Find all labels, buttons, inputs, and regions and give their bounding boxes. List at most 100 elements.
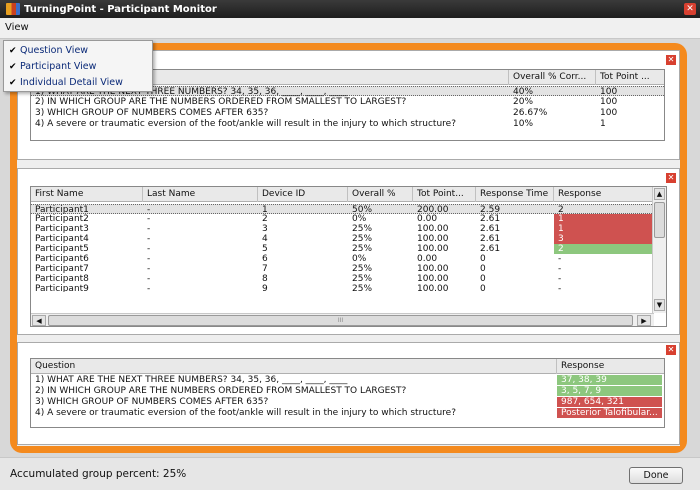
table-row[interactable]: Participant8 - 8 25% 100.00 0 - <box>31 274 654 284</box>
device-id: 4 <box>262 234 268 244</box>
response-column-header[interactable]: Response <box>557 359 664 374</box>
total-points-value: 100 <box>600 97 618 107</box>
last-name: - <box>147 274 151 284</box>
total-points-column-header[interactable]: Tot Point... <box>413 187 476 202</box>
table-row[interactable]: 3) WHICH GROUP OF NUMBERS COMES AFTER 63… <box>31 108 664 118</box>
overall-percent: 25% <box>352 244 373 254</box>
question-text: 2) IN WHICH GROUP ARE THE NUMBERS ORDERE… <box>35 386 407 396</box>
question-column-header[interactable]: Question <box>31 359 557 374</box>
first-name: Participant6 <box>35 254 89 264</box>
first-name: Participant8 <box>35 274 89 284</box>
table-row[interactable]: Participant9 - 9 25% 100.00 0 - <box>31 284 654 292</box>
overall-percent: 0% <box>352 214 367 224</box>
scroll-left-icon[interactable]: ◀ <box>32 315 46 326</box>
participant-vertical-scrollbar[interactable]: ▲ ▼ <box>652 187 666 313</box>
table-row[interactable]: 3) WHICH GROUP OF NUMBERS COMES AFTER 63… <box>31 397 664 407</box>
overall-percent: 25% <box>352 284 373 292</box>
first-name-column-header[interactable]: First Name <box>31 187 143 202</box>
total-points-value: 100 <box>600 87 618 97</box>
monitor-frame: ✕ Overall % Corr... Tot Point ... 1) WHA… <box>10 43 687 453</box>
horizontal-scroll-thumb[interactable]: III <box>48 315 633 326</box>
first-name: Participant9 <box>35 284 89 292</box>
response-value: - <box>558 284 562 292</box>
menu-item-question-view[interactable]: ✔ Question View <box>4 43 152 59</box>
accumulated-group-percent: Accumulated group percent: 25% <box>10 468 187 480</box>
response-time-column-header[interactable]: Response Time <box>476 187 554 202</box>
table-row[interactable]: Participant2 - 2 0% 0.00 2.61 1 <box>31 214 654 224</box>
menu-view[interactable]: View <box>5 22 29 33</box>
total-points: 100.00 <box>417 234 449 244</box>
question-text: 3) WHICH GROUP OF NUMBERS COMES AFTER 63… <box>35 397 269 407</box>
total-points-column-header[interactable]: Tot Point ... <box>596 70 664 85</box>
participant-panel-close-icon[interactable]: ✕ <box>666 173 676 183</box>
total-points: 100.00 <box>417 224 449 234</box>
first-name: Participant2 <box>35 214 89 224</box>
last-name: - <box>147 264 151 274</box>
response-value-incorrect: 987, 654, 321 <box>557 397 662 407</box>
table-row[interactable]: Participant3 - 3 25% 100.00 2.61 1 <box>31 224 654 234</box>
question-panel-close-icon[interactable]: ✕ <box>666 55 676 65</box>
overall-percent: 25% <box>352 224 373 234</box>
total-points: 100.00 <box>417 264 449 274</box>
total-points: 100.00 <box>417 244 449 254</box>
menu-item-individual-detail-view[interactable]: ✔ Individual Detail View <box>4 75 152 91</box>
table-row[interactable]: 4) A severe or traumatic eversion of the… <box>31 119 664 129</box>
response-column-header[interactable]: Response <box>554 187 654 202</box>
overall-percent-column-header[interactable]: Overall % <box>348 187 413 202</box>
last-name-column-header[interactable]: Last Name <box>143 187 258 202</box>
overall-correct-column-header[interactable]: Overall % Corr... <box>509 70 596 85</box>
scroll-right-icon[interactable]: ▶ <box>637 315 651 326</box>
scroll-down-icon[interactable]: ▼ <box>654 299 665 311</box>
device-id-column-header[interactable]: Device ID <box>258 187 348 202</box>
total-points: 0.00 <box>417 254 438 264</box>
detail-panel-close-icon[interactable]: ✕ <box>666 345 676 355</box>
question-text: 2) IN WHICH GROUP ARE THE NUMBERS ORDERE… <box>35 97 407 107</box>
menu-item-participant-view[interactable]: ✔ Participant View <box>4 59 152 75</box>
device-id: 2 <box>262 214 268 224</box>
scroll-up-icon[interactable]: ▲ <box>654 188 665 200</box>
check-icon: ✔ <box>9 78 17 88</box>
response-time: 2.61 <box>480 214 501 224</box>
overall-percent: 25% <box>352 234 373 244</box>
menu-item-label: Participant View <box>20 61 97 72</box>
table-row[interactable]: 1) WHAT ARE THE NEXT THREE NUMBERS? 34, … <box>31 375 664 385</box>
table-row[interactable]: Participant1 - 1 50% 200.00 2.59 2 <box>31 204 654 215</box>
device-id: 5 <box>262 244 268 254</box>
view-dropdown-menu: ✔ Question View ✔ Participant View ✔ Indivi… <box>3 40 153 92</box>
participant-horizontal-scrollbar[interactable]: ◀ III ▶ <box>31 313 654 326</box>
table-row[interactable]: 4) A severe or traumatic eversion of the… <box>31 408 664 418</box>
overall-correct-value: 10% <box>513 119 534 129</box>
device-id: 3 <box>262 224 268 234</box>
participant-table-header: First Name Last Name Device ID Overall %… <box>31 187 654 202</box>
device-id: 9 <box>262 284 268 292</box>
menu-item-label: Question View <box>20 45 89 56</box>
response-value-incorrect: 1 <box>554 224 654 234</box>
last-name: - <box>147 254 151 264</box>
vertical-scroll-thumb[interactable] <box>654 202 665 238</box>
detail-view-panel: ✕ Question Response 1) WHAT ARE THE NEXT… <box>17 342 680 445</box>
response-value-correct: 37, 38, 39 <box>557 375 662 385</box>
window-close-icon[interactable]: ✕ <box>684 3 696 15</box>
table-row[interactable]: Participant5 - 5 25% 100.00 2.61 2 <box>31 244 654 254</box>
title-bar: TurningPoint - Participant Monitor ✕ <box>0 0 700 18</box>
done-button[interactable]: Done <box>629 467 683 484</box>
participant-view-panel: ✕ First Name Last Name Device ID Overall… <box>17 168 680 335</box>
response-value-correct: 2 <box>554 244 654 254</box>
table-row[interactable]: 2) IN WHICH GROUP ARE THE NUMBERS ORDERE… <box>31 386 664 396</box>
response-time: 0 <box>480 284 486 292</box>
table-row[interactable]: Participant6 - 6 0% 0.00 0 - <box>31 254 654 264</box>
table-row[interactable]: Participant4 - 4 25% 100.00 2.61 3 <box>31 234 654 244</box>
monitor-content: ✕ Overall % Corr... Tot Point ... 1) WHA… <box>17 50 680 446</box>
response-value: - <box>558 264 562 274</box>
table-row[interactable]: 2) IN WHICH GROUP ARE THE NUMBERS ORDERE… <box>31 97 664 107</box>
last-name: - <box>147 214 151 224</box>
first-name: Participant3 <box>35 224 89 234</box>
response-value: - <box>558 254 562 264</box>
response-time: 2.61 <box>480 244 501 254</box>
overall-percent: 0% <box>352 254 367 264</box>
response-value-incorrect: Posterior Talofibular... <box>557 408 662 418</box>
table-row[interactable]: Participant7 - 7 25% 100.00 0 - <box>31 264 654 274</box>
last-name: - <box>147 284 151 292</box>
device-id: 8 <box>262 274 268 284</box>
total-points: 0.00 <box>417 214 438 224</box>
